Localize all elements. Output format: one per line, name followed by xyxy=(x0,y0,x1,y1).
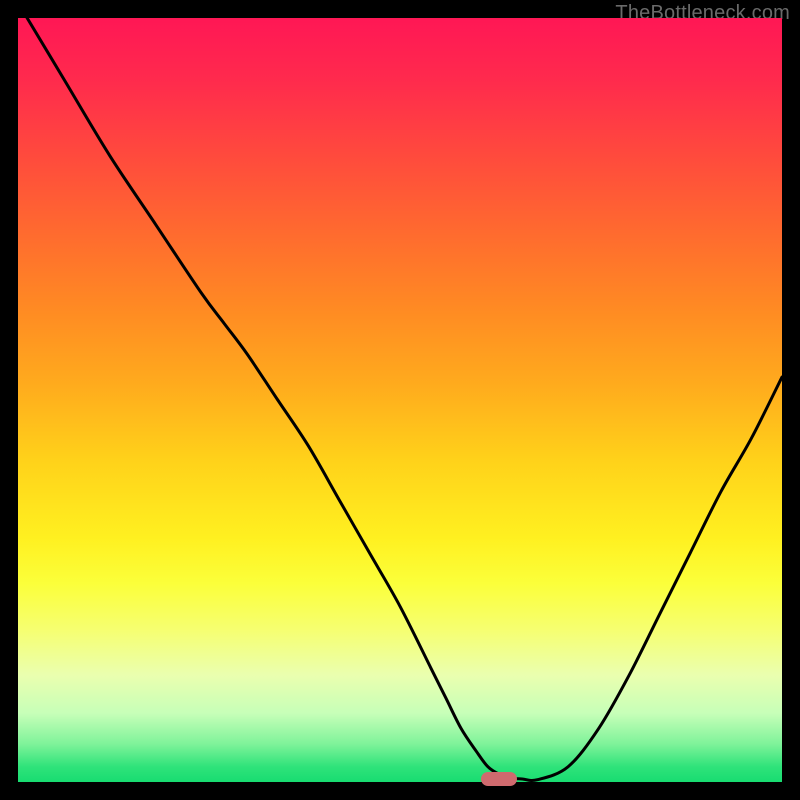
bottleneck-curve xyxy=(18,18,782,782)
plot-area xyxy=(18,18,782,782)
optimal-point-marker xyxy=(481,772,517,786)
bottleneck-chart: TheBottleneck.com xyxy=(0,0,800,800)
